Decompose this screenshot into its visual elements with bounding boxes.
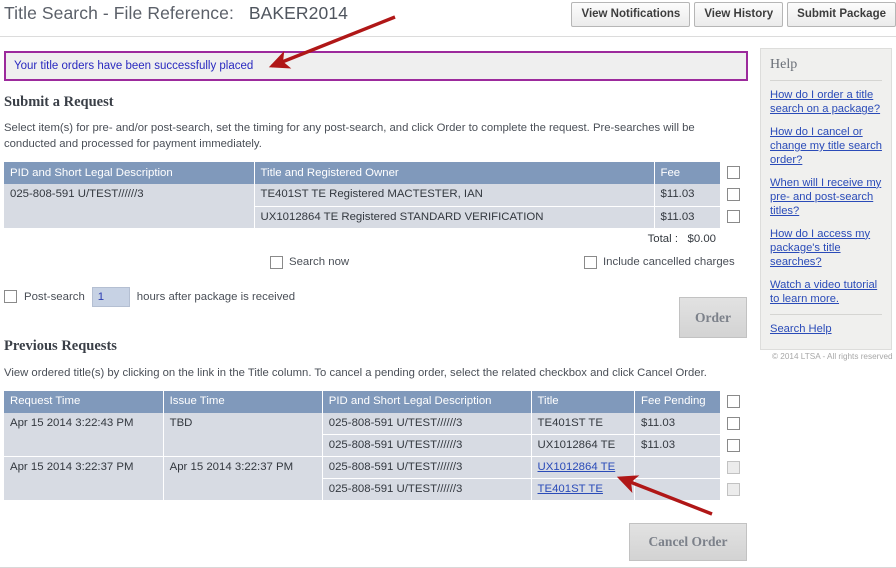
column-header-pid: PID and Short Legal Description xyxy=(4,162,255,185)
column-header-request-time: Request Time xyxy=(4,390,164,413)
cell-pid: 025-808-591 U/TEST//////3 xyxy=(322,456,532,480)
cell-fee: $11.03 xyxy=(654,184,721,207)
post-search-hours-input[interactable] xyxy=(91,286,130,307)
total-value: $0.00 xyxy=(687,232,716,245)
post-search-row: Post-search hours after package is recei… xyxy=(4,286,752,308)
cell-row-checkbox xyxy=(720,479,752,501)
column-header-select-all xyxy=(720,391,752,413)
cell-pid: 025-808-591 U/TEST//////3 xyxy=(322,478,532,502)
previous-requests-table: Request Time Issue Time PID and Short Le… xyxy=(4,390,752,502)
cell-title-owner: TE401ST TE Registered MACTESTER, IAN xyxy=(254,184,655,207)
row-checkbox-disabled xyxy=(726,482,740,496)
row-checkbox[interactable] xyxy=(726,416,740,430)
search-options-row: Search now Include cancelled charges xyxy=(0,255,748,274)
column-header-pid: PID and Short Legal Description xyxy=(322,390,532,413)
cell-title: UX1012864 TE xyxy=(531,456,636,480)
cell-title: TE401ST TE xyxy=(531,478,636,502)
cell-pid: 025-808-591 U/TEST//////3 xyxy=(322,434,532,458)
success-alert-message: Your title orders have been successfully… xyxy=(14,60,254,72)
help-link-order-title-search[interactable]: How do I order a title search on a packa… xyxy=(770,88,882,117)
success-alert: Your title orders have been successfully… xyxy=(4,51,748,81)
file-reference-value: BAKER2014 xyxy=(248,3,348,23)
submit-package-button[interactable]: Submit Package xyxy=(787,2,896,27)
cell-row-checkbox xyxy=(720,435,752,457)
table-header-row: Request Time Issue Time PID and Short Le… xyxy=(4,390,752,413)
cell-row-checkbox xyxy=(720,457,752,479)
order-button[interactable]: Order xyxy=(679,297,747,338)
header: Title Search - File Reference: BAKER2014… xyxy=(0,0,896,36)
title-link[interactable]: UX1012864 TE xyxy=(538,461,616,473)
cell-fee-pending xyxy=(634,478,721,502)
cell-issue-time: TBD xyxy=(163,412,323,458)
previous-requests-heading: Previous Requests xyxy=(4,337,117,354)
cell-fee-pending: $11.03 xyxy=(634,434,721,458)
cell-pid: 025-808-591 U/TEST//////3 xyxy=(322,412,532,436)
cell-fee-pending xyxy=(634,456,721,480)
help-panel: Help How do I order a title search on a … xyxy=(760,48,892,350)
cell-title: UX1012864 TE xyxy=(531,434,636,458)
help-link-receive-titles[interactable]: When will I receive my pre- and post-sea… xyxy=(770,176,882,219)
page-root: Title Search - File Reference: BAKER2014… xyxy=(0,0,896,568)
view-notifications-button[interactable]: View Notifications xyxy=(571,2,691,27)
cell-title-owner: UX1012864 TE Registered STANDARD VERIFIC… xyxy=(254,206,655,229)
help-divider xyxy=(770,314,882,316)
cell-row-checkbox xyxy=(720,413,752,435)
column-header-issue-time: Issue Time xyxy=(163,390,323,413)
select-all-checkbox[interactable] xyxy=(726,394,740,408)
page-title-prefix: Title Search - File Reference: xyxy=(4,3,234,23)
cell-row-checkbox xyxy=(720,206,752,228)
view-history-button[interactable]: View History xyxy=(694,2,784,27)
row-checkbox[interactable] xyxy=(726,188,740,202)
search-help-link[interactable]: Search Help xyxy=(770,322,882,336)
column-header-title: Title xyxy=(531,390,636,413)
total-row: Total : $0.00 xyxy=(0,233,716,245)
submit-request-description: Select item(s) for pre- and/or post-sear… xyxy=(4,122,695,151)
table-row: Apr 15 2014 3:22:43 PM TBD 025-808-591 U… xyxy=(4,412,752,458)
row-checkbox[interactable] xyxy=(726,438,740,452)
page-title: Title Search - File Reference: BAKER2014 xyxy=(4,3,348,24)
post-search-label: Post-search xyxy=(24,290,85,303)
help-panel-title: Help xyxy=(770,57,882,81)
cell-pid: 025-808-591 U/TEST//////3 xyxy=(4,184,255,229)
main-content: Your title orders have been successfully… xyxy=(0,42,752,502)
cell-title: TE401ST TE xyxy=(531,412,636,436)
column-header-title-owner: Title and Registered Owner xyxy=(254,162,655,185)
total-label: Total : xyxy=(647,232,678,245)
help-link-video-tutorial[interactable]: Watch a video tutorial to learn more. xyxy=(770,278,882,307)
cell-request-time: Apr 15 2014 3:22:37 PM xyxy=(4,456,164,502)
help-link-cancel-change-order[interactable]: How do I cancel or change my title searc… xyxy=(770,125,882,168)
cell-fee: $11.03 xyxy=(654,206,721,229)
copyright-text: © 2014 LTSA - All rights reserved xyxy=(772,352,893,361)
cell-row-checkbox xyxy=(720,184,752,206)
post-search-suffix: hours after package is received xyxy=(136,290,296,303)
select-all-checkbox[interactable] xyxy=(726,166,740,180)
row-checkbox[interactable] xyxy=(726,210,740,224)
table-row: 025-808-591 U/TEST//////3 TE401ST TE Reg… xyxy=(4,184,752,229)
column-header-fee: Fee xyxy=(654,162,721,185)
table-row: Apr 15 2014 3:22:37 PM Apr 15 2014 3:22:… xyxy=(4,456,752,502)
include-cancelled-label: Include cancelled charges xyxy=(603,256,735,269)
include-cancelled-checkbox[interactable] xyxy=(584,255,597,269)
cancel-order-button[interactable]: Cancel Order xyxy=(629,523,747,561)
submit-request-table: PID and Short Legal Description Title an… xyxy=(4,162,752,229)
row-checkbox-disabled xyxy=(726,460,740,474)
previous-requests-description: View ordered title(s) by clicking on the… xyxy=(4,366,707,379)
submit-request-heading: Submit a Request xyxy=(4,94,114,110)
search-now-label: Search now xyxy=(289,256,350,269)
cell-fee-pending: $11.03 xyxy=(634,412,721,436)
help-link-access-title-searches[interactable]: How do I access my package's title searc… xyxy=(770,227,882,270)
header-button-group: View Notifications View History Submit P… xyxy=(571,2,896,27)
header-divider xyxy=(0,36,896,37)
post-search-checkbox[interactable] xyxy=(4,290,17,304)
search-now-checkbox[interactable] xyxy=(270,255,283,269)
table-header-row: PID and Short Legal Description Title an… xyxy=(4,162,752,185)
cell-request-time: Apr 15 2014 3:22:43 PM xyxy=(4,412,164,458)
include-cancelled-option[interactable]: Include cancelled charges xyxy=(584,255,735,269)
title-link[interactable]: TE401ST TE xyxy=(538,483,603,495)
column-header-select-all xyxy=(720,162,752,184)
search-now-option[interactable]: Search now xyxy=(270,255,350,269)
cell-issue-time: Apr 15 2014 3:22:37 PM xyxy=(163,456,323,502)
column-header-fee-pending: Fee Pending xyxy=(634,390,721,413)
